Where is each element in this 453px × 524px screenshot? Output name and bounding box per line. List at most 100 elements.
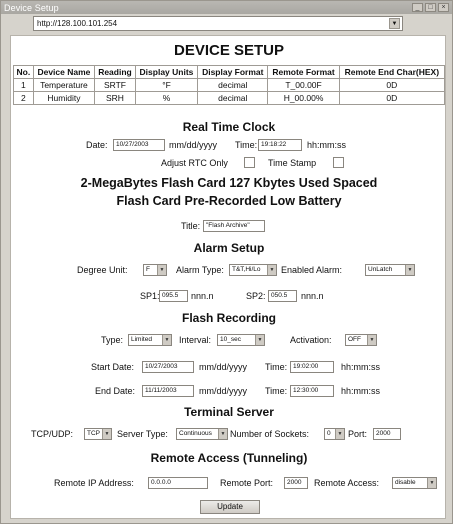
column-header: Device Name bbox=[32, 65, 96, 79]
column-header: Reading bbox=[94, 65, 136, 79]
chevron-down-icon: ▼ bbox=[102, 429, 111, 439]
table-cell: % bbox=[134, 91, 199, 105]
enabled-alarm-value: UnLatch bbox=[368, 266, 393, 273]
date-format-label: mm/dd/yyyy bbox=[169, 140, 218, 150]
remote-ip-label: Remote IP Address: bbox=[54, 478, 134, 488]
end-time-input[interactable]: 12:30:00 bbox=[290, 385, 334, 397]
window-title: Device Setup bbox=[4, 2, 59, 13]
remote-access-value: disable bbox=[395, 479, 416, 486]
start-date-format: mm/dd/yyyy bbox=[199, 362, 248, 372]
time-format-label: hh:mm:ss bbox=[307, 140, 347, 150]
start-date-input[interactable]: 10/27/2003 bbox=[142, 361, 194, 373]
alarm-type-select[interactable]: T&T,Hi/Lo ▼ bbox=[229, 264, 277, 276]
column-header: Remote Format bbox=[267, 65, 340, 79]
sp2-input[interactable]: 050.5 bbox=[268, 290, 297, 302]
sp2-label: SP2: bbox=[246, 291, 266, 301]
column-header: Display Format bbox=[197, 65, 269, 79]
sp1-label: SP1: bbox=[140, 291, 160, 301]
chevron-down-icon: ▼ bbox=[218, 429, 227, 439]
time-input[interactable]: 19:18:22 bbox=[258, 139, 302, 151]
flash-title-label: Title: bbox=[181, 221, 201, 231]
table-cell: Temperature bbox=[32, 78, 96, 92]
remote-ip-input[interactable]: 0.0.0.0 bbox=[148, 477, 208, 489]
maximize-icon[interactable]: □ bbox=[425, 3, 436, 12]
device-setup-window: Device Setup _ □ × http://128.100.101.25… bbox=[0, 0, 453, 524]
alarm-type-label: Alarm Type: bbox=[176, 265, 224, 275]
column-header: No. bbox=[13, 65, 34, 79]
alarm-heading: Alarm Setup bbox=[193, 241, 265, 255]
server-type-value: Continuous bbox=[179, 430, 212, 437]
chevron-down-icon: ▼ bbox=[255, 335, 264, 345]
close-icon[interactable]: × bbox=[438, 3, 449, 12]
remote-access-label: Remote Access: bbox=[314, 478, 380, 488]
sockets-select[interactable]: 0 ▼ bbox=[324, 428, 345, 440]
table-cell: °F bbox=[134, 78, 199, 92]
degree-unit-select[interactable]: F ▼ bbox=[143, 264, 167, 276]
flash-title-input[interactable]: "Flash Archive" bbox=[203, 220, 265, 232]
rec-type-select[interactable]: Limited ▼ bbox=[128, 334, 172, 346]
update-button[interactable]: Update bbox=[200, 500, 260, 514]
remote-access-select[interactable]: disable ▼ bbox=[392, 477, 437, 489]
chevron-down-icon: ▼ bbox=[267, 265, 276, 275]
chevron-down-icon: ▼ bbox=[162, 335, 171, 345]
table-cell: SRTF bbox=[94, 78, 136, 92]
table-cell: Humidity bbox=[32, 91, 96, 105]
sockets-value: 0 bbox=[327, 430, 331, 437]
start-date-label: Start Date: bbox=[91, 362, 135, 372]
start-time-input[interactable]: 19:02:00 bbox=[290, 361, 334, 373]
minimize-icon[interactable]: _ bbox=[412, 3, 423, 12]
title-bar: Device Setup _ □ × bbox=[1, 1, 452, 14]
table-row: 1 Temperature SRTF °F decimal T_00.00F 0… bbox=[13, 78, 446, 92]
enabled-alarm-label: Enabled Alarm: bbox=[281, 265, 343, 275]
port-input[interactable]: 2000 bbox=[373, 428, 401, 440]
activation-label: Activation: bbox=[290, 335, 332, 345]
table-header-row: No. Device Name Reading Display Units Di… bbox=[13, 65, 446, 79]
sp2-unit-label: nnn.n bbox=[301, 291, 324, 301]
remote-heading: Remote Access (Tunneling) bbox=[150, 451, 308, 465]
rtc-heading: Real Time Clock bbox=[182, 120, 276, 134]
table-row: 2 Humidity SRH % decimal H_00.00% 0D bbox=[13, 91, 446, 105]
chevron-down-icon[interactable]: ▼ bbox=[389, 18, 400, 29]
adjust-rtc-checkbox[interactable] bbox=[244, 157, 255, 168]
server-type-label: Server Type: bbox=[117, 429, 168, 439]
server-type-select[interactable]: Continuous ▼ bbox=[176, 428, 228, 440]
port-label: Port: bbox=[348, 429, 368, 439]
start-time-label: Time: bbox=[265, 362, 288, 372]
remote-port-label: Remote Port: bbox=[220, 478, 274, 488]
sp1-unit-label: nnn.n bbox=[191, 291, 214, 301]
end-date-input[interactable]: 11/11/2003 bbox=[142, 385, 194, 397]
table-cell: T_00.00F bbox=[267, 78, 340, 92]
alarm-type-value: T&T,Hi/Lo bbox=[232, 266, 261, 273]
degree-unit-label: Degree Unit: bbox=[77, 265, 128, 275]
chevron-down-icon: ▼ bbox=[427, 478, 436, 488]
date-input[interactable]: 10/27/2003 bbox=[113, 139, 165, 151]
table-cell: 0D bbox=[338, 91, 446, 105]
end-date-label: End Date: bbox=[95, 386, 136, 396]
rec-type-label: Type: bbox=[101, 335, 124, 345]
end-date-format: mm/dd/yyyy bbox=[199, 386, 248, 396]
sp1-input[interactable]: 095.5 bbox=[159, 290, 188, 302]
tcp-udp-value: TCP bbox=[87, 430, 100, 437]
chevron-down-icon: ▼ bbox=[405, 265, 414, 275]
degree-unit-value: F bbox=[146, 266, 150, 273]
sockets-label: Number of Sockets: bbox=[230, 429, 310, 439]
time-stamp-label: Time Stamp bbox=[268, 158, 317, 168]
tcp-udp-select[interactable]: TCP ▼ bbox=[84, 428, 112, 440]
activation-select[interactable]: OFF ▼ bbox=[345, 334, 377, 346]
url-text: http://128.100.101.254 bbox=[37, 19, 118, 28]
interval-select[interactable]: 10_sec ▼ bbox=[217, 334, 265, 346]
rec-type-value: Limited bbox=[131, 336, 152, 343]
time-stamp-checkbox[interactable] bbox=[333, 157, 344, 168]
chevron-down-icon: ▼ bbox=[367, 335, 376, 345]
address-bar[interactable]: http://128.100.101.254 ▼ bbox=[33, 16, 403, 31]
table-cell: decimal bbox=[197, 78, 269, 92]
recording-heading: Flash Recording bbox=[181, 311, 276, 325]
remote-port-input[interactable]: 2000 bbox=[284, 477, 308, 489]
chevron-down-icon: ▼ bbox=[335, 429, 344, 439]
interval-label: Interval: bbox=[179, 335, 212, 345]
adjust-rtc-label: Adjust RTC Only bbox=[161, 158, 228, 168]
enabled-alarm-select[interactable]: UnLatch ▼ bbox=[365, 264, 415, 276]
table-cell: 2 bbox=[13, 91, 34, 105]
time-label: Time: bbox=[235, 140, 258, 150]
column-header: Remote End Char(HEX) bbox=[338, 65, 446, 79]
